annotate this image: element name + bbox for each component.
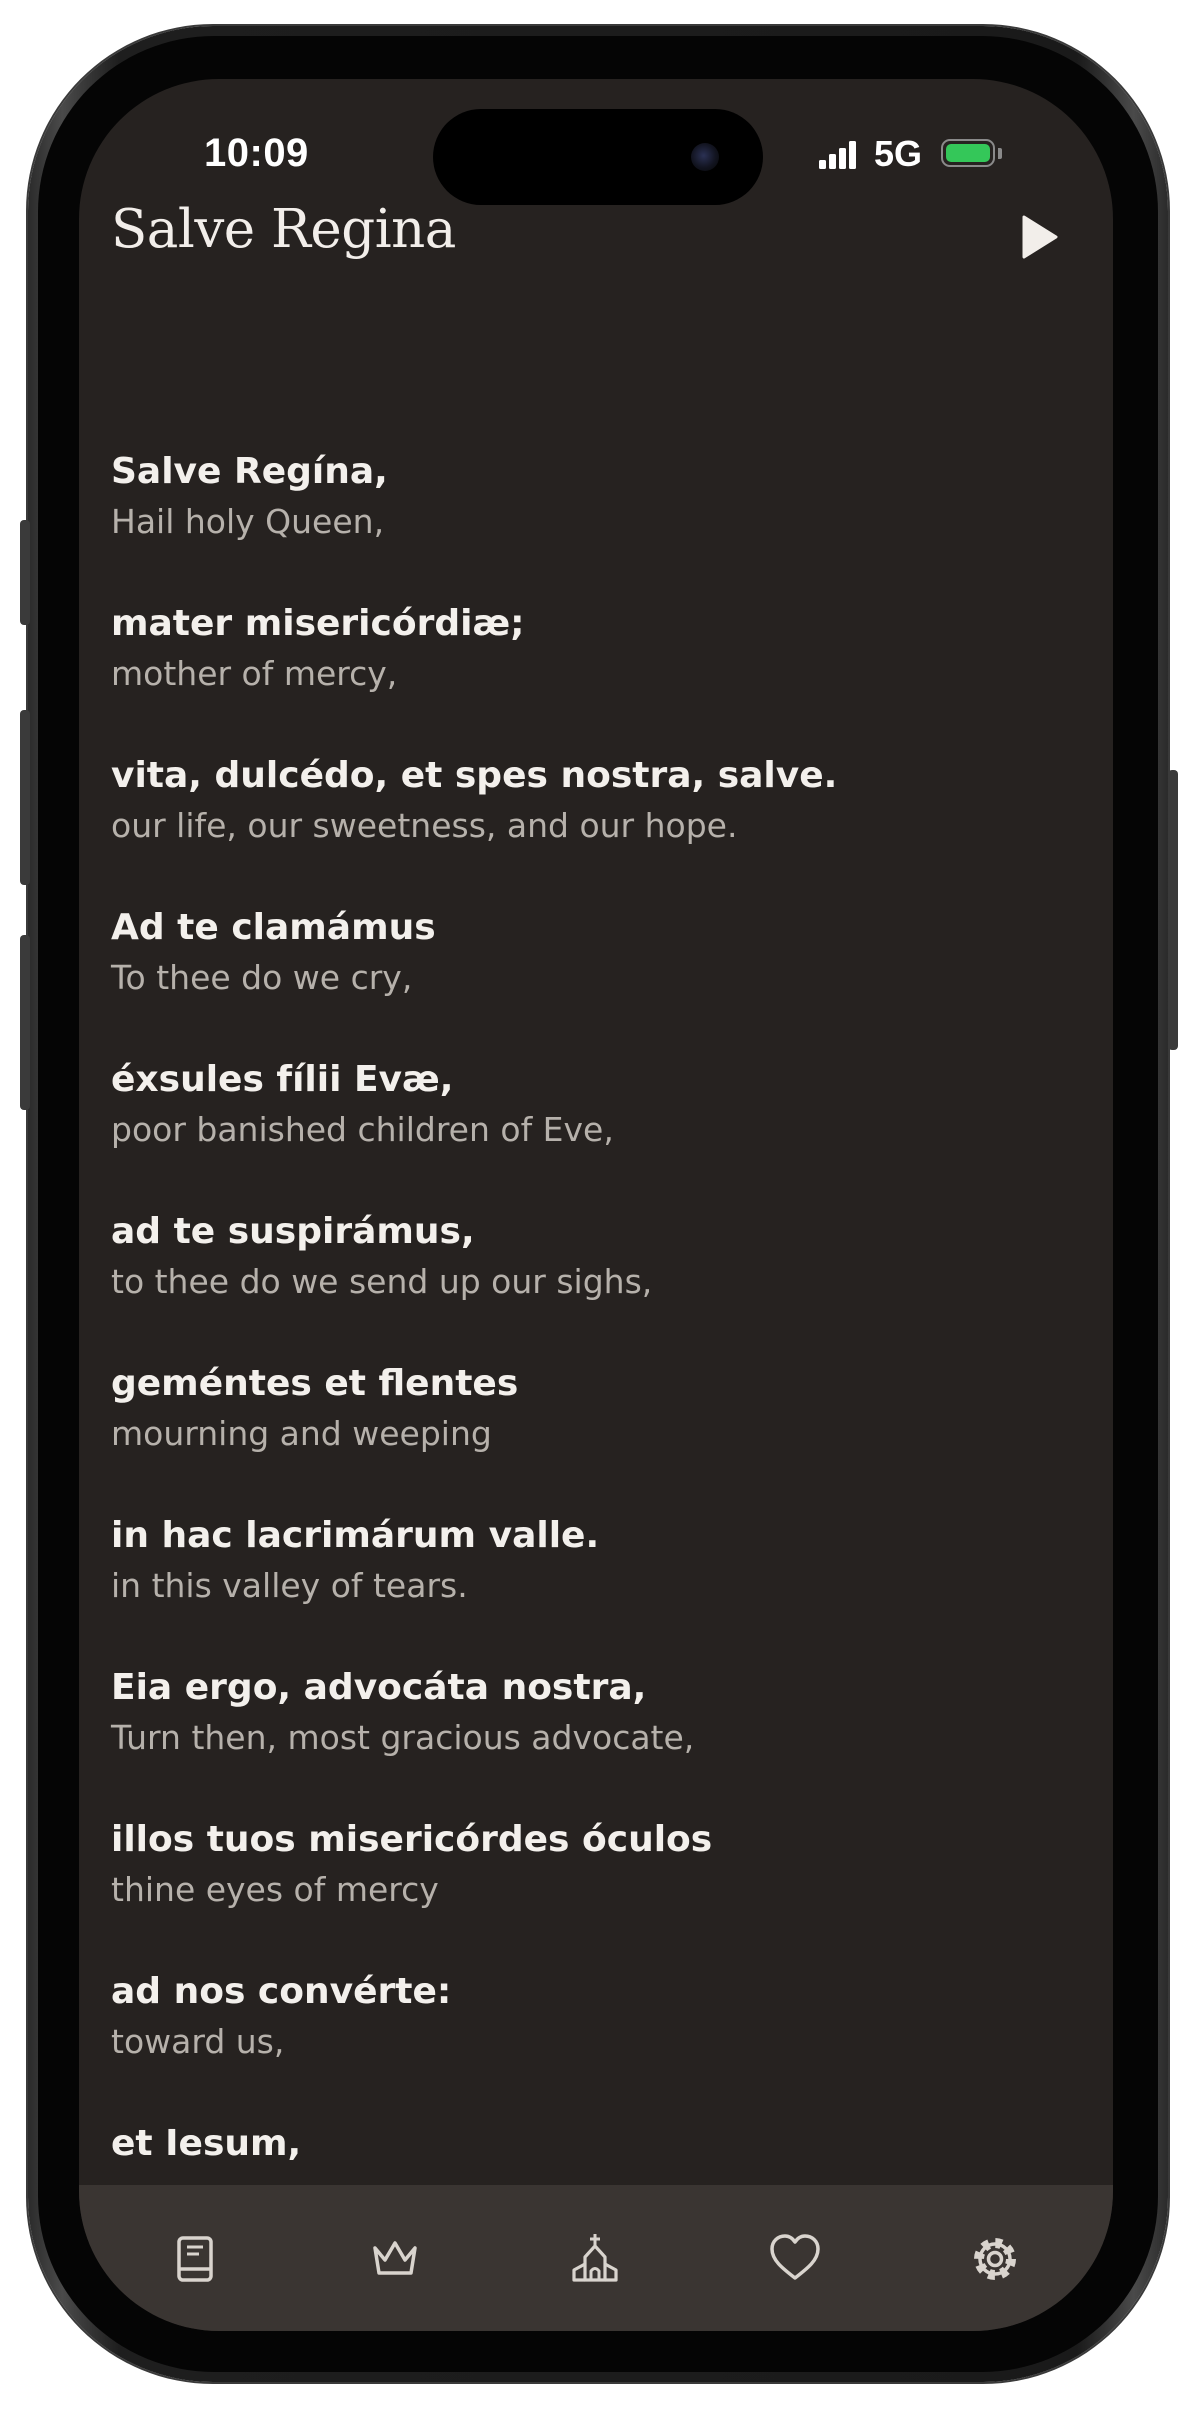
book-icon	[177, 2236, 213, 2282]
prayer-verse: Salve Regína, Hail holy Queen,	[111, 447, 1073, 599]
crown-icon	[373, 2241, 417, 2275]
verse-english-text: toward us,	[111, 2022, 285, 2061]
network-type: 5G	[874, 133, 923, 174]
action-button	[20, 520, 30, 625]
verse-latin-text: vita, dulcédo, et spes nostra, salve.	[111, 755, 838, 796]
front-camera	[691, 143, 719, 171]
verse-latin-text: Ad te clamámus	[111, 907, 436, 948]
verse-english-text: Turn then, most gracious advocate,	[111, 1718, 695, 1757]
battery-icon	[941, 139, 995, 167]
verse-latin-text: Salve Regína,	[111, 451, 388, 492]
verse-latin-text: mater misericórdiæ;	[111, 603, 525, 644]
verse-english-text: in this valley of tears.	[111, 1566, 468, 1605]
verse-english-text: poor banished children of Eve,	[111, 1110, 614, 1149]
verse-latin-text: ad te suspirámus,	[111, 1211, 475, 1252]
church-icon	[572, 2234, 618, 2282]
prayer-verse: illos tuos misericórdes óculos thine eyes…	[111, 1815, 1073, 1967]
battery-level	[946, 144, 990, 162]
verse-latin-text: illos tuos misericórdes óculos	[111, 1819, 713, 1860]
verse-english-text: to thee do we send up our sighs,	[111, 1262, 653, 1301]
power-button	[1168, 770, 1178, 1050]
prayer-verse: mater misericórdiæ; mother of mercy,	[111, 599, 1073, 751]
verse-english-text: thine eyes of mercy	[111, 1870, 439, 1909]
verse-latin-text: geméntes et flentes	[111, 1363, 519, 1404]
play-button[interactable]	[1014, 212, 1064, 262]
prayer-text: Salve Regína, Hail holy Queen, mater miser…	[111, 447, 1073, 2271]
tab-bar	[79, 2185, 1113, 2331]
page-title: Salve Regina	[111, 199, 456, 260]
prayer-verse: geméntes et flentes mourning and weeping	[111, 1359, 1073, 1511]
prayer-verse: éxsules fílii Evæ, poor banished children…	[111, 1055, 1073, 1207]
tab-church[interactable]	[565, 2229, 625, 2289]
prayer-verse: Eia ergo, advocáta nostra, Turn then, mos…	[111, 1663, 1073, 1815]
verse-latin-text: éxsules fílii Evæ,	[111, 1059, 454, 1100]
verse-latin-text: et Iesum,	[111, 2123, 302, 2164]
prayer-verse: ad te suspirámus, to thee do we send up o…	[111, 1207, 1073, 1359]
tab-mary[interactable]	[365, 2229, 425, 2289]
volume-up-button	[20, 710, 30, 885]
tab-favorites[interactable]	[765, 2229, 825, 2289]
heart-icon	[770, 2234, 820, 2280]
verse-english-text: our life, our sweetness, and our hope.	[111, 806, 738, 845]
play-icon	[1022, 215, 1058, 259]
dynamic-island	[433, 109, 763, 205]
prayer-verse: Ad te clamámus To thee do we cry,	[111, 903, 1073, 1055]
verse-english-text: mourning and weeping	[111, 1414, 492, 1453]
cellular-signal-icon	[819, 141, 859, 169]
battery-tip	[998, 148, 1002, 159]
tab-prayers[interactable]	[165, 2229, 225, 2289]
verse-latin-text: Eia ergo, advocáta nostra,	[111, 1667, 647, 1708]
volume-down-button	[20, 935, 30, 1110]
gear-icon	[974, 2238, 1016, 2280]
verse-english-text: To thee do we cry,	[111, 958, 413, 997]
prayer-verse: in hac lacrimárum valle. in this valley o…	[111, 1511, 1073, 1663]
verse-english-text: mother of mercy,	[111, 654, 398, 693]
prayer-verse: ad nos convérte: toward us,	[111, 1967, 1073, 2119]
tab-settings[interactable]	[965, 2229, 1025, 2289]
verse-english-text: Hail holy Queen,	[111, 502, 385, 541]
verse-latin-text: ad nos convérte:	[111, 1971, 452, 2012]
app-screen: 10:09 5G Salve Regina Salve Regína, Hail …	[79, 79, 1113, 2331]
prayer-verse: vita, dulcédo, et spes nostra, salve. our…	[111, 751, 1073, 903]
status-time: 10:09	[204, 131, 309, 175]
verse-latin-text: in hac lacrimárum valle.	[111, 1515, 600, 1556]
